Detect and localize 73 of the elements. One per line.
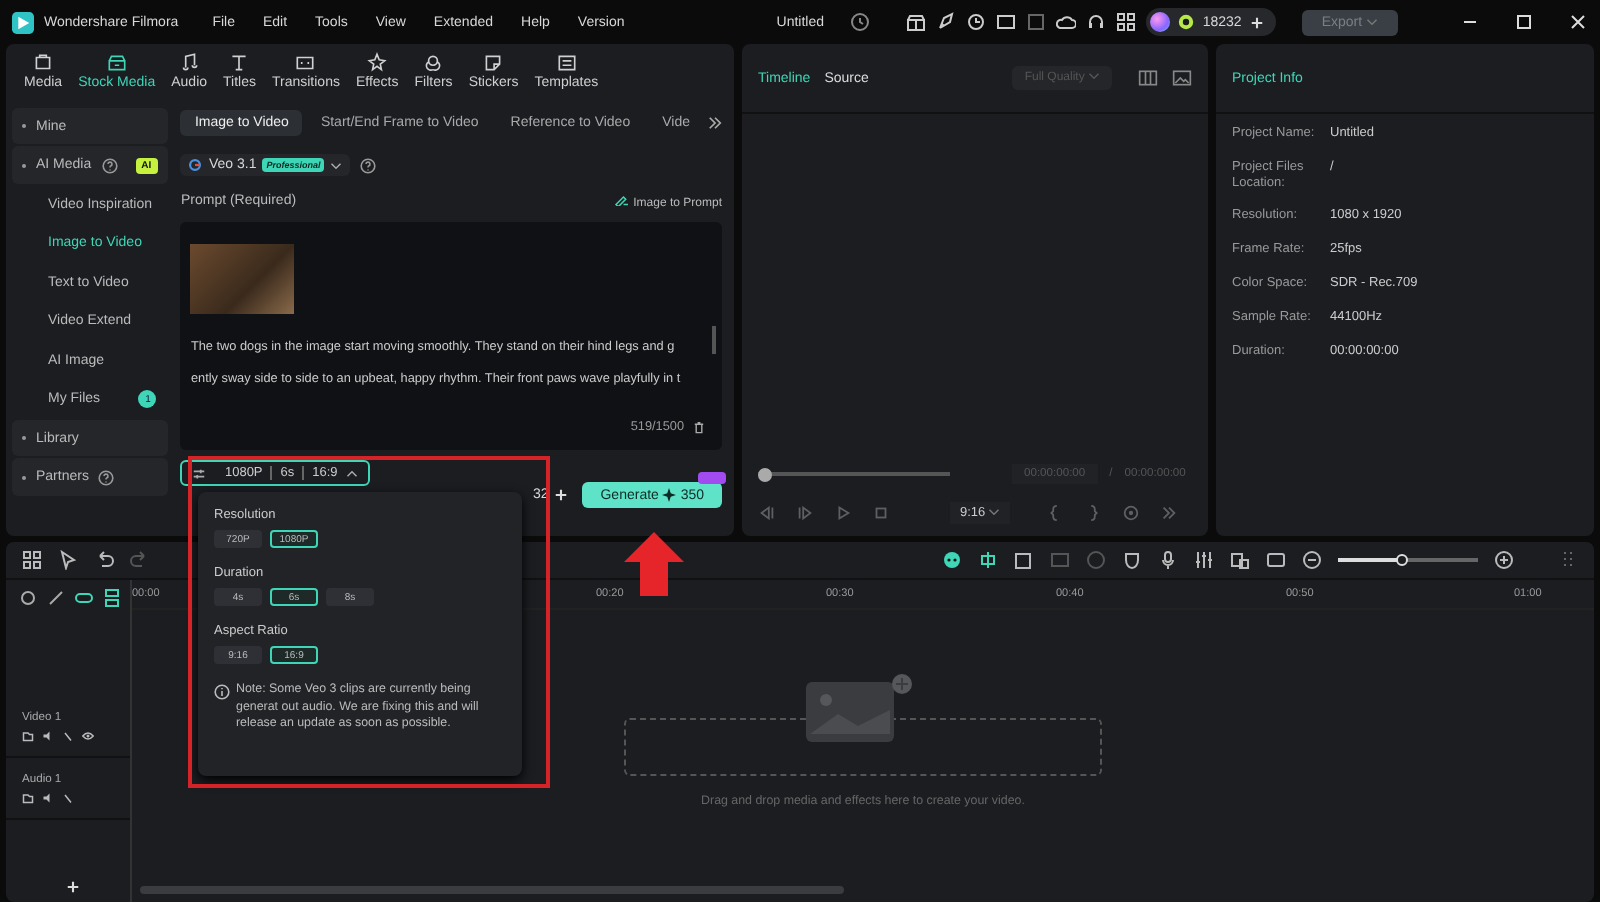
history-icon[interactable] [966,12,987,32]
titles-icon [228,52,251,74]
select-tool-icon[interactable] [58,550,78,570]
help-icon[interactable] [98,469,115,485]
sliders-icon [192,467,207,479]
gift-icon[interactable] [906,12,927,32]
help-icon[interactable] [360,157,377,173]
folder-icon[interactable] [22,729,34,741]
next-frame-icon[interactable] [796,503,814,521]
stickers-icon [482,52,505,74]
media-placeholder-icon [802,674,914,746]
mixer-icon[interactable] [1194,550,1214,570]
headset-icon[interactable] [1086,12,1107,32]
media-icon [32,52,55,74]
photo-placeholder [190,244,295,314]
zoom-handle[interactable] [1395,554,1407,566]
zoom-out-icon[interactable] [1302,550,1322,570]
sparkle-icon [662,488,677,502]
caption-icon[interactable] [1266,550,1286,570]
grid-view-icon[interactable] [1138,68,1158,88]
cloud-icon[interactable] [1056,12,1077,32]
shield-icon[interactable] [1122,550,1142,570]
play-icon[interactable] [834,503,852,521]
effects-icon [366,52,389,74]
speaker-icon[interactable] [42,791,54,803]
caret-down-icon [1088,72,1100,81]
scrollbar-thumb[interactable] [712,326,716,354]
clock-icon [850,12,871,32]
g-logo-icon [188,158,203,172]
split-icon[interactable] [978,550,998,570]
monitor-icon[interactable] [996,12,1017,32]
caret-down-icon [1366,17,1378,26]
help-icon[interactable] [101,157,118,174]
add-credits-icon[interactable] [1249,15,1264,29]
audio-icon [178,52,201,74]
caret-down-icon [988,507,1001,516]
more-tabs-icon[interactable] [708,115,722,129]
eye-icon[interactable] [82,729,94,741]
trash-icon[interactable] [692,420,706,434]
pen-icon [613,194,630,206]
snapshot-icon[interactable] [1122,503,1141,521]
caret-up-icon [345,469,358,477]
link-icon[interactable] [74,588,94,608]
track-icon[interactable] [102,588,122,608]
templates-icon [555,52,578,74]
transitions-icon [294,52,317,74]
robot-icon[interactable] [942,550,962,570]
avatar-orb-icon [1150,12,1171,32]
grip-icon[interactable] [1558,550,1578,570]
app-logo-icon [12,11,34,33]
speaker-icon[interactable] [42,729,54,741]
playback-slider[interactable] [758,467,950,481]
more-icon[interactable] [1160,503,1179,521]
microphone-icon[interactable] [1158,550,1178,570]
filters-icon [422,52,445,74]
caret-down-icon[interactable] [330,161,343,169]
replace-icon[interactable] [1230,550,1250,570]
undo-icon[interactable] [94,550,114,570]
coin-icon [1178,14,1195,30]
up-arrow-icon [624,532,684,596]
apps-icon[interactable] [1116,12,1137,32]
info-icon [214,684,230,700]
stop-icon[interactable] [872,503,890,521]
plus-icon[interactable] [554,488,569,503]
playhead-handle[interactable] [758,467,772,481]
zoom-in-icon[interactable] [1494,550,1514,570]
close-icon[interactable] [1568,12,1588,32]
add-track-icon[interactable] [66,880,80,894]
stock-icon [105,52,128,74]
folder-icon[interactable] [22,791,34,803]
layout-icon[interactable] [22,550,42,570]
maximize-icon[interactable] [1514,12,1534,32]
previous-frame-icon[interactable] [758,503,776,521]
